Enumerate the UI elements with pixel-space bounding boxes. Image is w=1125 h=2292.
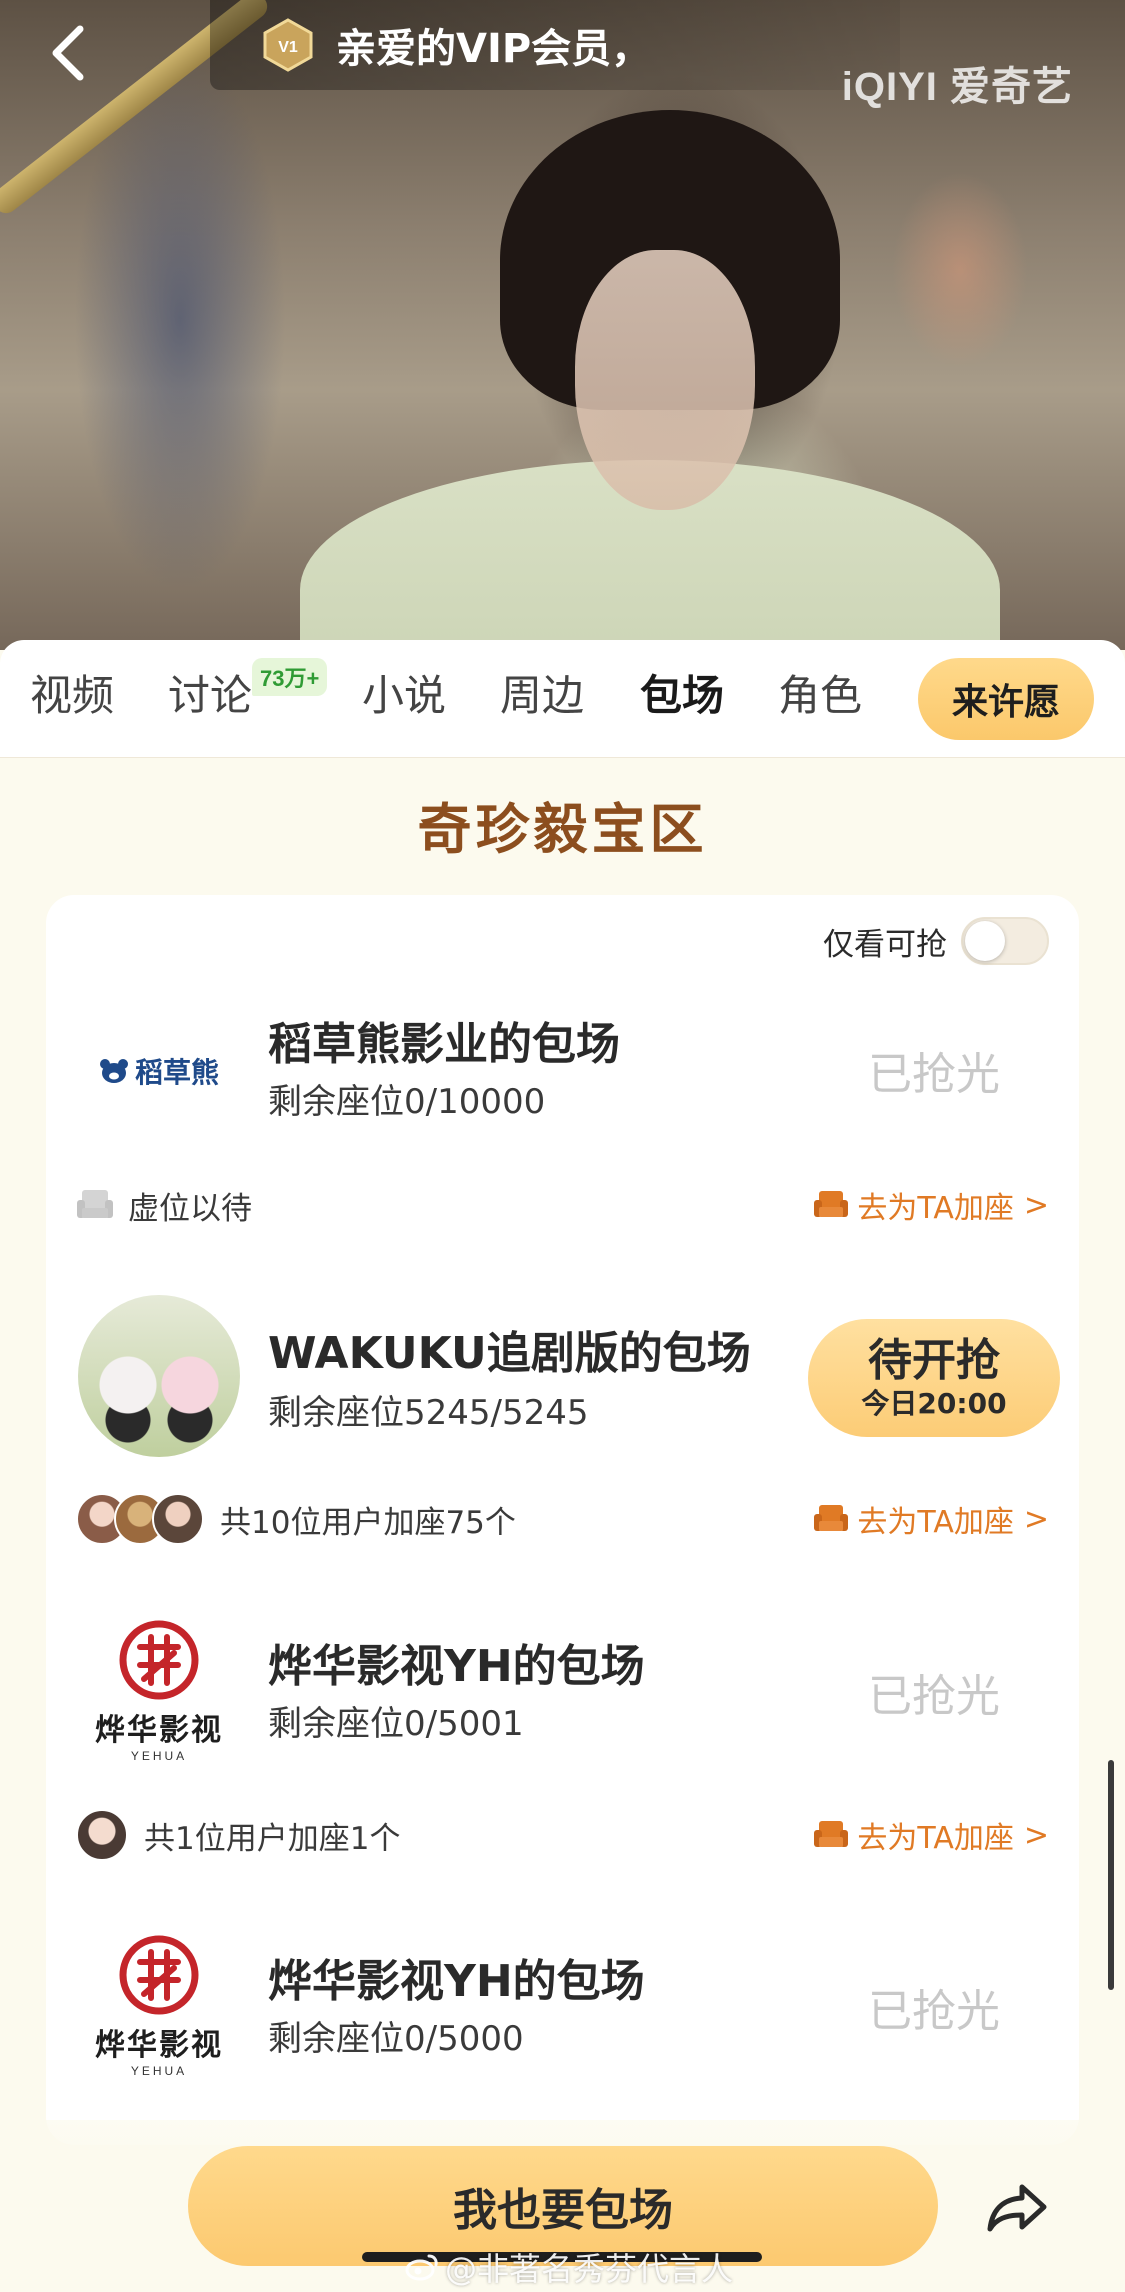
video-player[interactable]: V1 亲爱的VIP会员， iQIYI 爱奇艺: [0, 0, 1125, 650]
daocaoxiong-logo: 稻草熊: [99, 1051, 219, 1091]
sold-out-status: 已抢光: [868, 1049, 1000, 1100]
filter-label: 仅看可抢: [823, 926, 947, 963]
item-footer: 共1位用户加座1个 去为TA加座 >: [46, 1805, 1079, 1865]
vip-badge-label: V1: [278, 39, 298, 56]
join-seat-link[interactable]: 去为TA加座 >: [813, 1489, 1049, 1549]
item-logo: 稻草熊: [78, 990, 240, 1152]
join-seat-label: 去为TA加座: [857, 1821, 1014, 1856]
sofa-icon: [814, 1821, 849, 1847]
item-footer: 共10位用户加座75个 去为TA加座 >: [46, 1489, 1079, 1549]
sold-out-status: 已抢光: [868, 1986, 1000, 2037]
wakuku-avatar: [78, 1295, 240, 1457]
item-logo: 烨华影视 YEHUA: [78, 1610, 240, 1772]
join-seat-link[interactable]: 去为TA加座 >: [813, 1175, 1049, 1235]
discussion-count-badge: 73万+: [252, 658, 328, 696]
sold-out-status: 已抢光: [868, 1671, 1000, 1722]
tab-novel[interactable]: 小说: [362, 666, 446, 726]
item-name: 烨华影视YH的包场: [268, 1956, 645, 2007]
yehua-emblem-icon: [119, 1935, 199, 2015]
screening-item[interactable]: 烨华影视 YEHUA 烨华影视YH的包场 剩余座位0/5000 已抢光: [46, 1925, 1079, 2095]
available-only-toggle[interactable]: [961, 917, 1049, 965]
item-seats: 剩余座位0/5000: [268, 2019, 524, 2059]
yehua-logo: 烨华影视 YEHUA: [95, 1934, 223, 2078]
item-name: 烨华影视YH的包场: [268, 1641, 645, 1692]
item-logo: 烨华影视 YEHUA: [78, 1925, 240, 2087]
empty-seat-icon: [77, 1190, 113, 1218]
share-button[interactable]: [982, 2172, 1052, 2242]
item-footer: 虚位以待 去为TA加座 >: [46, 1175, 1079, 1235]
item-name: WAKUKU追剧版的包场: [268, 1328, 751, 1379]
avatar: [76, 1809, 128, 1861]
item-footer-text: 共10位用户加座75个: [220, 1504, 516, 1541]
item-footer-info: 虚位以待: [76, 1175, 252, 1235]
share-arrow-icon: [987, 2184, 1047, 2232]
daocaoxiong-logo-text: 稻草熊: [134, 1056, 219, 1089]
yehua-logo-text: 烨华影视: [95, 2028, 223, 2063]
item-seats: 剩余座位0/5001: [268, 1704, 524, 1744]
yehua-logo-text: 烨华影视: [95, 1713, 223, 1748]
tab-private-screening[interactable]: 包场: [640, 666, 724, 726]
user-avatars: [76, 1809, 128, 1861]
item-footer-info: 共1位用户加座1个: [76, 1805, 400, 1865]
yehua-logo: 烨华影视 YEHUA: [95, 1619, 223, 1763]
grab-status-button[interactable]: 待开抢 今日20:00: [808, 1319, 1060, 1437]
watermark: @非著名秀芬代言人: [405, 2244, 733, 2290]
avatar: [152, 1493, 204, 1545]
tab-discussion[interactable]: 讨论: [168, 666, 252, 726]
vip-badge-icon: V1: [260, 17, 316, 73]
back-arrow-icon: [52, 25, 84, 81]
available-only-filter: 仅看可抢: [823, 917, 1049, 965]
tab-merch[interactable]: 周边: [500, 666, 584, 726]
item-footer-text: 虚位以待: [128, 1190, 252, 1227]
tab-characters[interactable]: 角色: [778, 666, 862, 726]
video-frame-figure-face: [575, 250, 755, 510]
weibo-icon: [405, 2254, 438, 2281]
join-seat-label: 去为TA加座: [857, 1505, 1014, 1540]
platform-logo: iQIYI 爱奇艺: [841, 65, 1073, 109]
screening-item[interactable]: WAKUKU追剧版的包场 剩余座位5245/5245 待开抢 今日20:00: [46, 1295, 1079, 1465]
join-seat-label: 去为TA加座: [857, 1191, 1014, 1226]
make-wish-button[interactable]: 来许愿: [918, 658, 1094, 740]
tab-bar: 视频 讨论 73万+ 小说 周边 包场 角色 来许愿: [0, 640, 1125, 758]
screening-item[interactable]: 烨华影视 YEHUA 烨华影视YH的包场 剩余座位0/5001 已抢光: [46, 1610, 1079, 1780]
join-seat-link[interactable]: 去为TA加座 >: [813, 1805, 1049, 1865]
back-button[interactable]: [38, 18, 98, 88]
item-logo: [78, 1295, 240, 1457]
yehua-logo-subtext: YEHUA: [130, 1749, 188, 1763]
item-seats: 剩余座位5245/5245: [268, 1393, 589, 1433]
item-name: 稻草熊影业的包场: [268, 1019, 620, 1070]
toggle-knob: [965, 921, 1005, 961]
user-avatars: [76, 1493, 204, 1545]
yehua-logo-subtext: YEHUA: [130, 2064, 188, 2078]
grab-status-label: 待开抢: [868, 1335, 1000, 1386]
sofa-icon: [814, 1505, 849, 1531]
watermark-text: @非著名秀芬代言人: [445, 2250, 734, 2288]
item-seats: 剩余座位0/10000: [268, 1082, 546, 1122]
chevron-right-icon: >: [1023, 1187, 1049, 1223]
chevron-right-icon: >: [1023, 1501, 1049, 1537]
scrollbar[interactable]: [1108, 1760, 1114, 1990]
item-footer-info: 共10位用户加座75个: [76, 1489, 516, 1549]
chevron-right-icon: >: [1023, 1817, 1049, 1853]
sofa-icon: [814, 1191, 849, 1217]
vip-greeting-text: 亲爱的VIP会员，: [336, 26, 652, 72]
grab-start-time: 今日20:00: [861, 1387, 1007, 1420]
section-title: 奇珍毅宝区: [417, 798, 708, 861]
bear-icon: [99, 1059, 128, 1083]
vip-greeting-banner: V1 亲爱的VIP会员，: [210, 0, 900, 90]
yehua-emblem-icon: [119, 1620, 199, 1700]
screening-list-card: 仅看可抢 稻草熊 稻草熊影业的包场 剩余座位0/10000 已抢光 虚位以待 去…: [46, 895, 1079, 2145]
item-footer-text: 共1位用户加座1个: [144, 1820, 401, 1857]
tab-video[interactable]: 视频: [30, 666, 114, 726]
